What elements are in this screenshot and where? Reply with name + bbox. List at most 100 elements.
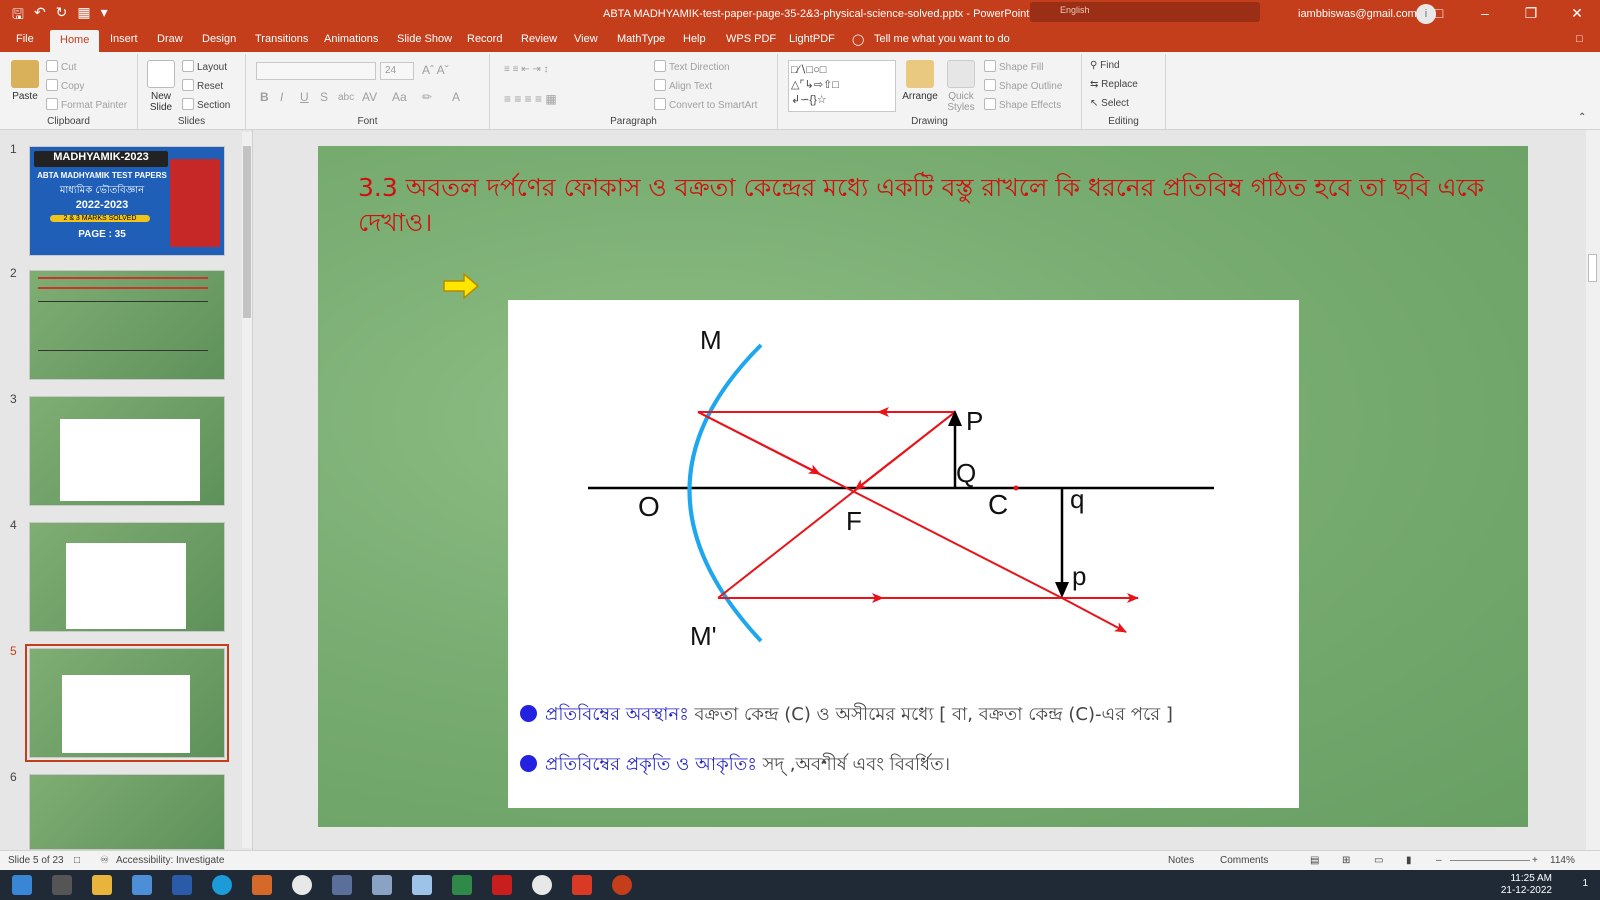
powerpoint-icon[interactable]	[612, 875, 632, 895]
underline-icon[interactable]: U	[300, 90, 309, 104]
slide-sorter-icon[interactable]: ⊞	[1342, 855, 1350, 866]
app-icon[interactable]	[372, 875, 392, 895]
edge-icon[interactable]	[212, 875, 232, 895]
replace-button[interactable]: ⇆ Replace	[1090, 79, 1138, 90]
find-button[interactable]: ⚲ Find	[1090, 60, 1120, 71]
tab-home[interactable]: Home	[50, 30, 100, 52]
section-button[interactable]: Section	[182, 98, 230, 111]
zoom-out-icon[interactable]: –	[1436, 855, 1442, 866]
task-view-icon[interactable]	[52, 875, 72, 895]
slideshow-icon[interactable]: ▮	[1406, 855, 1412, 866]
notes-button[interactable]: Notes	[1168, 855, 1194, 866]
language-indicator[interactable]: English	[1030, 2, 1260, 22]
bold-icon[interactable]: B	[260, 90, 269, 104]
arrange-button[interactable]: Arrange	[900, 60, 940, 102]
tab-lightpdf[interactable]: LightPDF	[789, 33, 835, 45]
save-icon[interactable]: 🖫	[12, 4, 24, 28]
tab-mathtype[interactable]: MathType	[617, 33, 665, 45]
notification-badge[interactable]: 1	[1582, 878, 1588, 889]
grow-font-icon[interactable]: Aˆ Aˇ	[422, 63, 449, 77]
tab-transitions[interactable]: Transitions	[255, 33, 308, 45]
calculator-icon[interactable]	[452, 875, 472, 895]
quick-styles-button[interactable]: Quick Styles	[944, 60, 978, 113]
current-slide[interactable]: 3.3 অবতল দর্পণের ফোকাস ও বক্রতা কেন্দ্রে…	[318, 146, 1528, 827]
tab-view[interactable]: View	[574, 33, 598, 45]
app-icon[interactable]	[492, 875, 512, 895]
diagram-box[interactable]: M M' O F C P Q p q প্রতিবিম্বের অবস্থানঃ…	[508, 300, 1299, 808]
zoom-level[interactable]: 114%	[1550, 855, 1575, 866]
tab-insert[interactable]: Insert	[110, 33, 138, 45]
tab-slide-show[interactable]: Slide Show	[397, 33, 452, 45]
select-button[interactable]: ↖ Select	[1090, 98, 1129, 109]
align-icons[interactable]: ≡ ≡ ≡ ≡ ▦	[504, 92, 557, 106]
tell-me-search[interactable]: Tell me what you want to do	[874, 33, 1010, 45]
slide-thumbnail-4[interactable]	[29, 522, 225, 632]
tab-design[interactable]: Design	[202, 33, 236, 45]
scroll-thumb[interactable]	[243, 146, 251, 318]
highlight-icon[interactable]: ✏	[422, 90, 432, 104]
cut-button[interactable]: Cut	[46, 60, 77, 73]
copy-button[interactable]: Copy	[46, 79, 84, 92]
clock[interactable]: 11:25 AM 21-12-2022	[1501, 873, 1552, 897]
tab-file[interactable]: File	[16, 33, 34, 45]
scroll-thumb[interactable]	[1588, 254, 1597, 282]
tab-wps-pdf[interactable]: WPS PDF	[726, 33, 776, 45]
text-direction-button[interactable]: Text Direction	[654, 60, 730, 73]
minimize-button[interactable]: –	[1462, 0, 1508, 28]
ribbon-display-icon[interactable]: □	[1416, 0, 1462, 28]
wps-icon[interactable]	[572, 875, 592, 895]
slide-thumbnail-1[interactable]: MADHYAMIK-2023 ABTA MADHYAMIK TEST PAPER…	[29, 146, 225, 256]
reading-view-icon[interactable]: ▭	[1374, 855, 1383, 866]
shape-outline-button[interactable]: Shape Outline	[984, 79, 1062, 92]
tab-record[interactable]: Record	[467, 33, 502, 45]
tray-icons[interactable]	[1428, 877, 1488, 893]
normal-view-icon[interactable]: ▤	[1310, 855, 1319, 866]
windows-start-icon[interactable]	[12, 875, 32, 895]
app-icon[interactable]	[412, 875, 432, 895]
align-text-button[interactable]: Align Text	[654, 79, 712, 92]
redo-icon[interactable]: ↻	[56, 4, 68, 28]
format-painter-button[interactable]: Format Painter	[46, 98, 127, 111]
shapes-gallery[interactable]: □∕∖□○□ △⌜↳⇨⇧□ ↲∽{}☆	[788, 60, 896, 112]
slide-title[interactable]: 3.3 অবতল দর্পণের ফোকাস ও বক্রতা কেন্দ্রে…	[358, 170, 1498, 240]
undo-icon[interactable]: ↶	[34, 4, 46, 28]
slide-thumbnail-2[interactable]	[29, 270, 225, 380]
comments-button[interactable]: Comments	[1220, 855, 1268, 866]
change-case-icon[interactable]: Aa	[392, 90, 407, 104]
convert-smartart-button[interactable]: Convert to SmartArt	[654, 98, 757, 111]
tab-help[interactable]: Help	[683, 33, 706, 45]
spellcheck-icon[interactable]: □	[74, 855, 80, 866]
italic-icon[interactable]: I	[280, 90, 283, 104]
new-slide-button[interactable]: New Slide	[144, 60, 178, 113]
zoom-in-icon[interactable]: +	[1532, 855, 1538, 866]
start-from-beginning-icon[interactable]: ▦	[77, 4, 90, 28]
zoom-slider[interactable]	[1450, 860, 1530, 861]
accessibility-status[interactable]: Accessibility: Investigate	[116, 855, 224, 866]
slide-thumbnail-6[interactable]	[29, 774, 225, 850]
font-family-combo[interactable]	[256, 62, 376, 80]
customize-qat-icon[interactable]: ▾	[101, 4, 108, 28]
file-explorer-icon[interactable]	[92, 875, 112, 895]
shape-effects-button[interactable]: Shape Effects	[984, 98, 1061, 111]
thumbnail-scrollbar[interactable]	[242, 132, 252, 848]
account-email[interactable]: iambbiswas@gmail.com	[1298, 8, 1417, 20]
layout-button[interactable]: Layout	[182, 60, 227, 73]
bullets-icon[interactable]: ≡ ≡ ⇤ ⇥ ↕	[504, 64, 549, 75]
tab-animations[interactable]: Animations	[324, 33, 378, 45]
bullet-image-position[interactable]: প্রতিবিম্বের অবস্থানঃ বক্রতা কেন্দ্র (C)…	[520, 700, 1173, 731]
tab-draw[interactable]: Draw	[157, 33, 183, 45]
app-icon[interactable]	[132, 875, 152, 895]
collapse-ribbon-icon[interactable]: ⌃	[1578, 112, 1586, 123]
app-icon[interactable]	[252, 875, 272, 895]
word-icon[interactable]	[172, 875, 192, 895]
slide-scrollbar[interactable]	[1586, 130, 1600, 850]
chrome-icon[interactable]	[292, 875, 312, 895]
strikethrough-icon[interactable]: abc	[338, 92, 354, 103]
paste-button[interactable]: Paste	[8, 60, 42, 102]
comments-icon[interactable]: □	[1576, 33, 1583, 45]
tab-review[interactable]: Review	[521, 33, 557, 45]
close-button[interactable]: ✕	[1554, 0, 1600, 28]
app-icon[interactable]	[332, 875, 352, 895]
reset-button[interactable]: Reset	[182, 79, 223, 92]
slide-thumbnail-5[interactable]	[25, 644, 229, 762]
